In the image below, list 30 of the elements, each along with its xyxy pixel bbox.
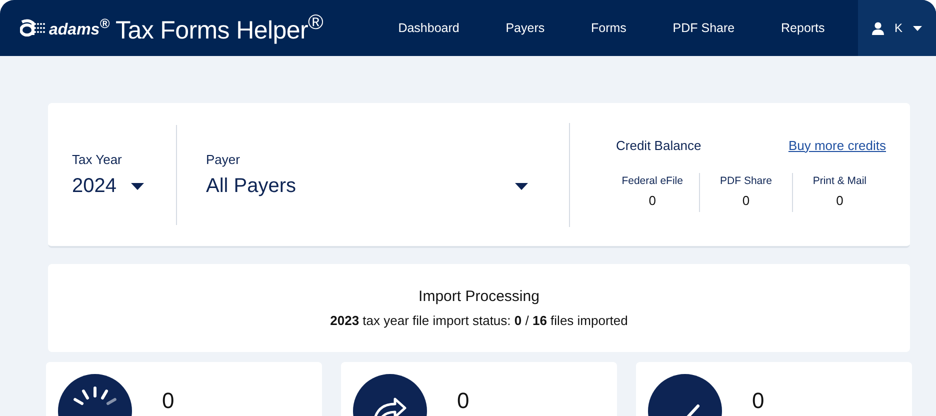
caret-icon <box>130 182 144 190</box>
import-status-text: 2023 tax year file import status: 0 / 16 files imported <box>330 313 628 328</box>
logo-icon <box>20 18 46 38</box>
credit-type-label: Federal eFile <box>622 174 683 186</box>
stat-count: 0 <box>457 388 470 414</box>
payer-label: Payer <box>206 152 241 166</box>
user-menu-button[interactable]: K <box>858 0 936 56</box>
tax-year-dropdown[interactable]: 2024 <box>72 174 144 198</box>
buy-credits-link[interactable]: Buy more credits <box>788 138 886 152</box>
credit-count: 0 <box>648 192 656 208</box>
credit-count: 0 <box>742 192 750 208</box>
person-icon <box>872 22 884 34</box>
nav-link[interactable]: Forms <box>591 17 626 39</box>
nav-link[interactable]: Reports <box>781 17 825 39</box>
product-title: Tax Forms Helper$^{®}$ <box>116 10 324 46</box>
nav-link[interactable]: Payers <box>506 17 545 39</box>
credit-type-label: PDF Share <box>720 174 772 186</box>
caret-icon <box>515 182 528 190</box>
payer-dropdown[interactable]: All Payers <box>206 174 528 198</box>
nav-link[interactable]: PDF Share <box>672 17 735 39</box>
caret-icon <box>912 26 922 30</box>
tax-year-label: Tax Year <box>72 152 123 166</box>
stat-count: 0 <box>752 388 764 414</box>
nav-link[interactable]: Dashboard <box>398 17 460 39</box>
import-title: Import Processing <box>418 288 540 305</box>
credit-type-label: Print & Mail <box>812 174 867 186</box>
stat-count: 0 <box>162 388 174 414</box>
credit-count: 0 <box>836 192 844 208</box>
brand-name: adams$^{®}$ <box>49 16 110 40</box>
credit-balance-title: Credit Balance <box>616 138 702 152</box>
